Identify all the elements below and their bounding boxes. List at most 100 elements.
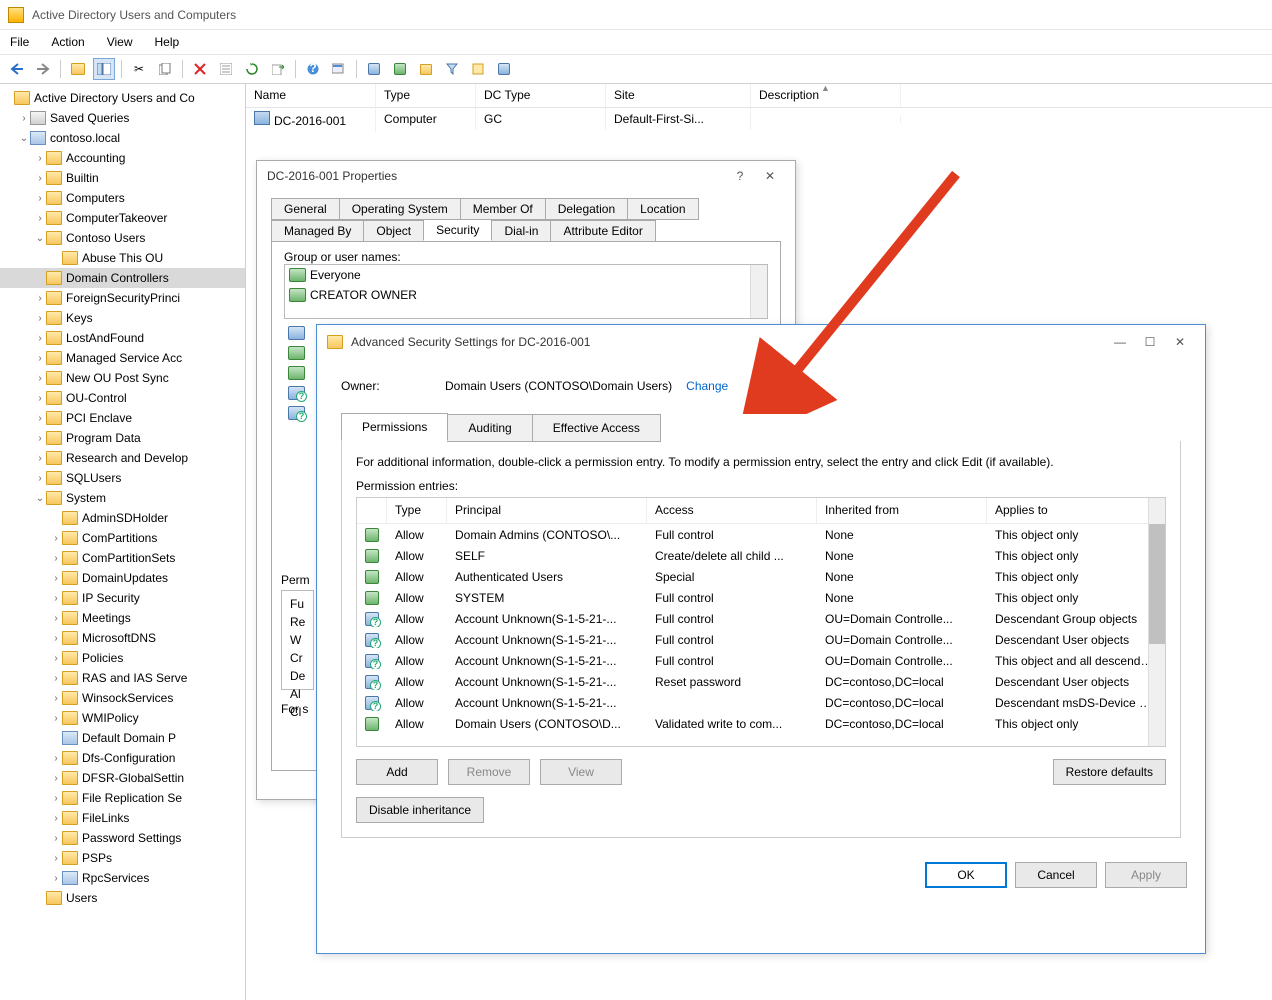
tree-item[interactable]: ›Password Settings [0,828,245,848]
tree-item[interactable]: ›WMIPolicy [0,708,245,728]
permission-entry-row[interactable]: AllowAccount Unknown(S-1-5-21-...Full co… [357,608,1165,629]
tree-item[interactable]: ›RpcServices [0,868,245,888]
permission-entries-table[interactable]: Type Principal Access Inherited from App… [356,497,1166,747]
tab-dial-in[interactable]: Dial-in [491,220,551,242]
col-type[interactable]: Type [376,84,476,107]
help-icon[interactable]: ? [302,58,324,80]
tree-item[interactable]: ›IP Security [0,588,245,608]
tree-item[interactable]: ›Builtin [0,168,245,188]
permission-entry-row[interactable]: AllowAccount Unknown(S-1-5-21-...Reset p… [357,671,1165,692]
new-ou-icon[interactable] [415,58,437,80]
tree-item[interactable]: ›PCI Enclave [0,408,245,428]
tree-item[interactable]: ⌄System [0,488,245,508]
tree-item[interactable]: ›ForeignSecurityPrinci [0,288,245,308]
tree-panel[interactable]: Active Directory Users and Co ›Saved Que… [0,84,246,1000]
tree-item[interactable]: Default Domain P [0,728,245,748]
copy-icon[interactable] [154,58,176,80]
tab-managed-by[interactable]: Managed By [271,220,364,242]
tree-item[interactable]: ›MicrosoftDNS [0,628,245,648]
advanced-titlebar[interactable]: Advanced Security Settings for DC-2016-0… [317,325,1205,359]
add-button[interactable]: Add [356,759,438,785]
tree-item[interactable]: ›PSPs [0,848,245,868]
change-owner-link[interactable]: Change [686,379,728,393]
tree-item[interactable]: ›File Replication Se [0,788,245,808]
tree-item[interactable]: ›SQLUsers [0,468,245,488]
permission-entry-row[interactable]: AllowSYSTEMFull controlNoneThis object o… [357,587,1165,608]
menu-help[interactable]: Help [151,33,184,51]
groups-listbox[interactable]: Everyone CREATOR OWNER [284,264,768,319]
tab-delegation[interactable]: Delegation [545,198,628,220]
back-icon[interactable] [6,58,28,80]
tree-item[interactable]: ›RAS and IAS Serve [0,668,245,688]
new-group-icon[interactable] [389,58,411,80]
col-name[interactable]: Name [246,84,376,107]
ok-button[interactable]: OK [925,862,1007,888]
tree-item[interactable]: ›OU-Control [0,388,245,408]
tab-location[interactable]: Location [627,198,698,220]
tab-permissions[interactable]: Permissions [341,413,448,441]
refresh-icon[interactable] [241,58,263,80]
tree-item[interactable]: ›DomainUpdates [0,568,245,588]
tree-item[interactable]: ›ComPartitionSets [0,548,245,568]
tree-item[interactable]: ›Research and Develop [0,448,245,468]
cancel-button[interactable]: Cancel [1015,862,1097,888]
permission-entry-row[interactable]: AllowSELFCreate/delete all child ...None… [357,545,1165,566]
list-header[interactable]: Name Type DC Type Site ▲Description [246,84,1272,108]
permission-entry-row[interactable]: AllowDomain Admins (CONTOSO\...Full cont… [357,524,1165,545]
tab-auditing[interactable]: Auditing [447,414,532,442]
tree-item[interactable]: Abuse This OU [0,248,245,268]
tree-item[interactable]: Domain Controllers [0,268,245,288]
tree-item[interactable]: Users [0,888,245,908]
menu-view[interactable]: View [103,33,137,51]
tree-item[interactable]: ›ComPartitions [0,528,245,548]
tree-item[interactable]: ›ComputerTakeover [0,208,245,228]
help-button[interactable]: ? [725,169,755,183]
permission-entry-row[interactable]: AllowAccount Unknown(S-1-5-21-...Full co… [357,629,1165,650]
col-description[interactable]: ▲Description [751,84,901,107]
pe-header[interactable]: Type Principal Access Inherited from App… [357,498,1165,524]
view-button[interactable]: View [540,759,622,785]
delete-icon[interactable] [189,58,211,80]
new-user-icon[interactable] [363,58,385,80]
find-objects-icon[interactable] [467,58,489,80]
forward-icon[interactable] [32,58,54,80]
tab-object[interactable]: Object [363,220,424,242]
tree-item[interactable]: ›Keys [0,308,245,328]
disable-inheritance-button[interactable]: Disable inheritance [356,797,484,823]
tree-item[interactable]: ›DFSR-GlobalSettin [0,768,245,788]
tree-item[interactable]: ›Program Data [0,428,245,448]
tree-item[interactable]: ›Accounting [0,148,245,168]
tree-item[interactable]: ›WinsockServices [0,688,245,708]
tree-item[interactable]: ⌄contoso.local [0,128,245,148]
restore-defaults-button[interactable]: Restore defaults [1053,759,1166,785]
tab-general[interactable]: General [271,198,340,220]
tab-operating-system[interactable]: Operating System [339,198,461,220]
tab-attribute-editor[interactable]: Attribute Editor [550,220,655,242]
tree-item[interactable]: ›Computers [0,188,245,208]
properties-icon[interactable] [215,58,237,80]
find-icon[interactable] [328,58,350,80]
properties-titlebar[interactable]: DC-2016-001 Properties ? ✕ [257,161,795,191]
col-dc-type[interactable]: DC Type [476,84,606,107]
tab-security[interactable]: Security [423,219,492,241]
tree-item[interactable]: ›Policies [0,648,245,668]
add-user-icon[interactable] [493,58,515,80]
filter-icon[interactable] [441,58,463,80]
remove-button[interactable]: Remove [448,759,530,785]
permission-entry-row[interactable]: AllowAccount Unknown(S-1-5-21-...DC=cont… [357,692,1165,713]
tree-item[interactable]: ›Managed Service Acc [0,348,245,368]
tree-item[interactable]: ›Saved Queries [0,108,245,128]
tab-effective-access[interactable]: Effective Access [532,414,661,442]
scrollbar[interactable] [750,265,767,318]
maximize-icon[interactable]: ☐ [1135,335,1165,349]
permission-entry-row[interactable]: AllowDomain Users (CONTOSO\D...Validated… [357,713,1165,734]
tree-item[interactable]: ⌄Contoso Users [0,228,245,248]
permission-entry-row[interactable]: AllowAccount Unknown(S-1-5-21-...Full co… [357,650,1165,671]
tree-item[interactable]: ›LostAndFound [0,328,245,348]
tab-member-of[interactable]: Member Of [460,198,546,220]
tree-item[interactable]: ›Meetings [0,608,245,628]
tree-root[interactable]: Active Directory Users and Co [0,88,245,108]
export-icon[interactable] [267,58,289,80]
close-icon[interactable]: ✕ [1165,335,1195,349]
tree-item[interactable]: AdminSDHolder [0,508,245,528]
